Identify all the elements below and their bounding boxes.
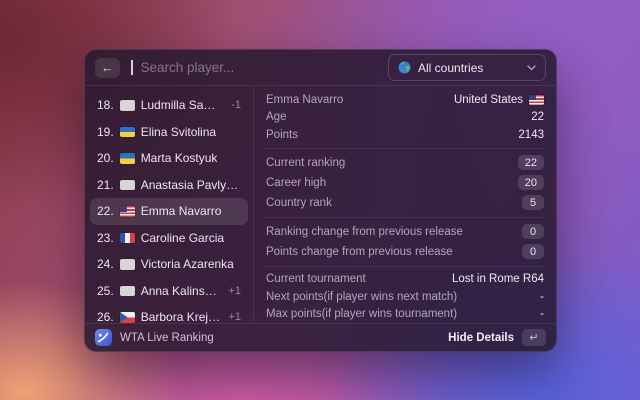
- rank-delta: +1: [228, 285, 241, 297]
- player-rank: 22.: [97, 204, 114, 218]
- player-name: Caroline Garcia: [141, 231, 224, 245]
- detail-value: 22: [531, 111, 544, 123]
- player-rank: 19.: [97, 125, 114, 139]
- detail-value-text: -: [540, 291, 544, 303]
- detail-label: Current ranking: [266, 157, 345, 169]
- flag-us-icon: [120, 206, 135, 217]
- player-row[interactable]: 25. Anna Kalinskaya +1: [90, 278, 248, 305]
- detail-label: Next points(if player wins next match): [266, 291, 457, 303]
- detail-value-text: 2143: [518, 129, 544, 141]
- section-divider: [266, 266, 544, 267]
- text-cursor: [131, 60, 133, 75]
- detail-row: Current tournament Lost in Rome R64: [266, 271, 544, 289]
- detail-value-badge: 0: [522, 224, 544, 239]
- player-name: Ludmilla Samsonova: [141, 98, 225, 112]
- detail-label: Emma Navarro: [266, 94, 343, 106]
- country-filter-dropdown[interactable]: All countries: [388, 54, 546, 81]
- detail-label: Points change from previous release: [266, 246, 453, 258]
- detail-row: Emma Navarro United States: [266, 91, 544, 109]
- detail-row: Age 22: [266, 109, 544, 127]
- detail-label: Country rank: [266, 197, 332, 209]
- detail-row: Current ranking 22: [266, 153, 544, 173]
- detail-row: Ranking change from previous release 0: [266, 222, 544, 242]
- detail-label: Points: [266, 129, 298, 141]
- detail-value: 2143: [518, 129, 544, 141]
- back-button[interactable]: ←: [95, 58, 120, 78]
- player-rank: 18.: [97, 98, 114, 112]
- country-filter-label: All countries: [418, 61, 483, 75]
- player-row[interactable]: 19. Elina Svitolina: [90, 119, 248, 146]
- player-row[interactable]: 18. Ludmilla Samsonova -1: [90, 92, 248, 119]
- flag-fr-icon: [120, 233, 135, 244]
- detail-row: Country rank 5: [266, 193, 544, 213]
- app-name-label: WTA Live Ranking: [120, 332, 214, 344]
- detail-value: Lost in Rome R64: [452, 273, 544, 285]
- wta-app-icon: [95, 329, 112, 346]
- detail-value-text: United States: [454, 94, 523, 106]
- detail-value-badge: 22: [518, 155, 544, 170]
- detail-label: Max points(if player wins tournament): [266, 308, 457, 320]
- flag-ua-icon: [120, 127, 135, 138]
- flag-neutral-icon: [120, 100, 135, 111]
- flag-cz-icon: [120, 312, 135, 323]
- detail-value: -: [540, 308, 544, 320]
- player-name: Emma Navarro: [141, 204, 222, 218]
- search-input[interactable]: Search player...: [141, 60, 235, 75]
- player-rank: 21.: [97, 178, 114, 192]
- detail-row: Max points(if player wins tournament) -: [266, 306, 544, 324]
- chevron-down-icon: [527, 65, 536, 71]
- flag-neutral-icon: [120, 286, 135, 297]
- detail-value: -: [540, 291, 544, 303]
- detail-value-badge: 0: [522, 244, 544, 259]
- wta-live-ranking-window: ← Search player... All countries 18. Ludm…: [84, 49, 557, 352]
- player-row[interactable]: 23. Caroline Garcia: [90, 225, 248, 252]
- main-content: 18. Ludmilla Samsonova -1 19. Elina Svitolin…: [85, 86, 556, 323]
- player-rank: 25.: [97, 284, 114, 298]
- player-name: Victoria Azarenka: [141, 257, 234, 271]
- detail-label: Ranking change from previous release: [266, 226, 463, 238]
- player-rank: 24.: [97, 257, 114, 271]
- rank-delta: +1: [228, 311, 241, 323]
- detail-value-text: 22: [531, 111, 544, 123]
- footer-bar: WTA Live Ranking Hide Details ↵: [85, 323, 556, 351]
- detail-row: Points 2143: [266, 126, 544, 144]
- detail-value-badge: 20: [518, 175, 544, 190]
- detail-label: Career high: [266, 177, 326, 189]
- player-name: Marta Kostyuk: [141, 151, 218, 165]
- detail-label: Age: [266, 111, 286, 123]
- flag-neutral-icon: [120, 259, 135, 270]
- detail-row: Next points(if player wins next match) -: [266, 288, 544, 306]
- detail-value-text: Lost in Rome R64: [452, 273, 544, 285]
- player-name: Anna Kalinskaya: [141, 284, 222, 298]
- flag-ua-icon: [120, 153, 135, 164]
- player-rank: 20.: [97, 151, 114, 165]
- section-divider: [266, 217, 544, 218]
- detail-panel: Emma Navarro United States Age 22 Points 2143…: [254, 86, 556, 323]
- player-row[interactable]: 24. Victoria Azarenka: [90, 251, 248, 278]
- player-row[interactable]: 22. Emma Navarro: [90, 198, 248, 225]
- flag-neutral-icon: [120, 180, 135, 191]
- player-row[interactable]: 20. Marta Kostyuk: [90, 145, 248, 172]
- detail-value-badge: 5: [522, 195, 544, 210]
- player-name: Anastasia Pavlyuchenkova: [141, 178, 241, 192]
- flag-us-icon: [529, 95, 544, 106]
- rank-delta: -1: [231, 99, 241, 111]
- search-bar: ← Search player... All countries: [85, 50, 556, 86]
- hide-details-label: Hide Details: [448, 332, 514, 344]
- back-arrow-icon: ←: [101, 61, 114, 74]
- globe-icon: [398, 61, 411, 74]
- player-list: 18. Ludmilla Samsonova -1 19. Elina Svitolin…: [85, 86, 254, 323]
- detail-label: Current tournament: [266, 273, 366, 285]
- player-row[interactable]: 21. Anastasia Pavlyuchenkova: [90, 172, 248, 199]
- detail-row: Points change from previous release 0: [266, 242, 544, 262]
- detail-value-text: -: [540, 308, 544, 320]
- hide-details-button[interactable]: Hide Details ↵: [448, 329, 546, 346]
- player-rank: 23.: [97, 231, 114, 245]
- section-divider: [266, 148, 544, 149]
- enter-key-icon: ↵: [522, 329, 546, 346]
- detail-row: Career high 20: [266, 173, 544, 193]
- detail-value: United States: [454, 94, 544, 106]
- player-name: Elina Svitolina: [141, 125, 216, 139]
